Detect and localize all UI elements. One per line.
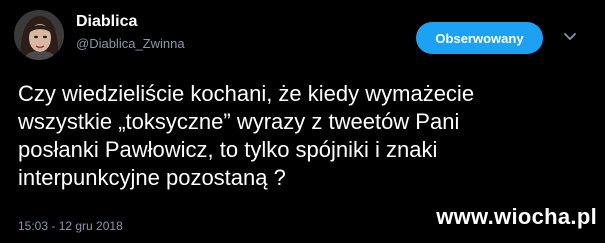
tweet-text: Czy wiedzieliście kochani, że kiedy wyma…	[18, 81, 475, 190]
tweet-card: Diablica @Diablica_Zwinna Obserwowany Cz…	[0, 0, 605, 243]
display-name[interactable]: Diablica	[76, 13, 137, 31]
tweet-timestamp[interactable]: 15:03 - 12 gru 2018	[18, 219, 123, 233]
chevron-down-icon[interactable]	[563, 32, 577, 42]
user-handle[interactable]: @Diablica_Zwinna	[76, 36, 185, 51]
watermark: www.wiocha.pl	[436, 204, 597, 229]
follow-button[interactable]: Obserwowany	[416, 22, 543, 54]
profile-photo	[14, 10, 64, 60]
avatar[interactable]	[14, 10, 64, 60]
